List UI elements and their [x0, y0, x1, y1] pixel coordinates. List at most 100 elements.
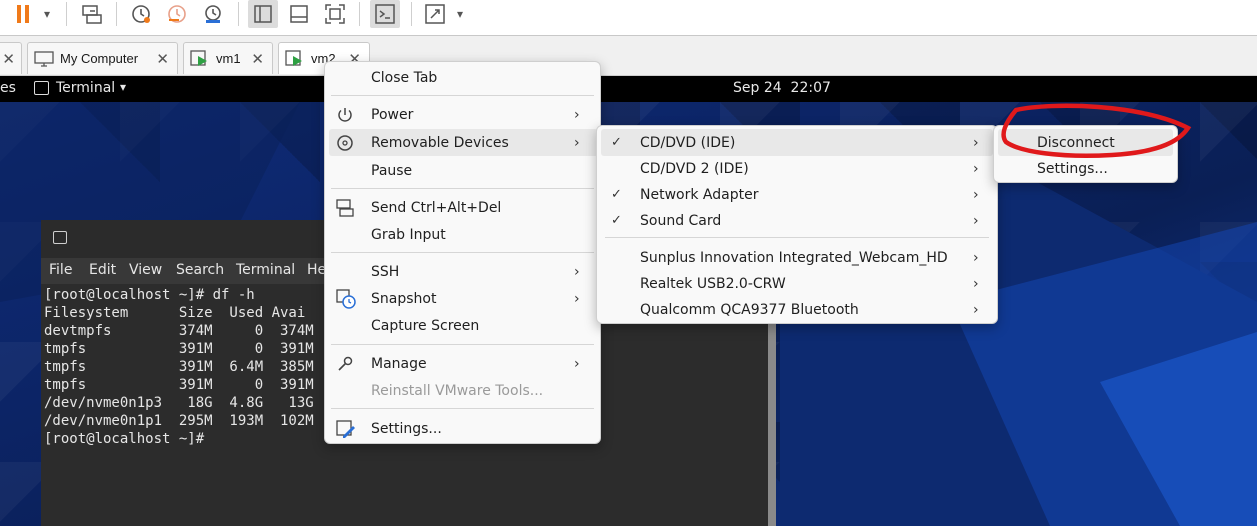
full-screen-button[interactable]: [321, 0, 349, 28]
menu-file[interactable]: File: [49, 262, 72, 278]
menu-item-bluetooth[interactable]: Qualcomm QCA9377 Bluetooth ›: [597, 296, 997, 323]
close-icon[interactable]: ✕: [156, 50, 169, 68]
wrench-icon: [335, 354, 355, 374]
toolbar: ▾ ▾: [0, 0, 1257, 36]
send-ctrl-alt-del-button[interactable]: [78, 0, 106, 28]
power-icon: [335, 105, 355, 125]
menu-item-snapshot[interactable]: Snapshot ›: [325, 285, 600, 312]
send-keys-icon: [335, 198, 355, 218]
tab-vm1[interactable]: vm1 ✕: [183, 42, 273, 74]
menu-item-cd-dvd-ide[interactable]: ✓ CD/DVD (IDE) ›: [601, 129, 993, 156]
dropdown-arrow-icon: ▾: [43, 7, 51, 21]
chevron-right-icon: ›: [973, 186, 979, 203]
full-screen-icon: [325, 4, 345, 24]
revert-snapshot-button[interactable]: [163, 0, 191, 28]
menu-separator: [331, 188, 594, 189]
chevron-right-icon: ›: [574, 263, 580, 280]
menu-edit[interactable]: Edit: [89, 262, 116, 278]
menu-terminal[interactable]: Terminal: [236, 262, 295, 278]
chevron-right-icon: ›: [574, 355, 580, 372]
chevron-right-icon: ›: [973, 301, 979, 318]
close-icon[interactable]: ✕: [251, 50, 264, 68]
chevron-right-icon: ›: [973, 275, 979, 292]
menu-item-webcam[interactable]: Sunplus Innovation Integrated_Webcam_HD …: [597, 244, 997, 271]
stretch-button[interactable]: [421, 0, 449, 28]
menu-item-grab-input[interactable]: Grab Input: [325, 221, 600, 248]
chevron-down-icon: ▾: [120, 80, 127, 94]
take-snapshot-button[interactable]: [127, 0, 155, 28]
vm-running-icon: [285, 49, 302, 66]
menu-item-network-adapter[interactable]: ✓ Network Adapter ›: [597, 181, 997, 208]
show-library-icon: [254, 5, 272, 23]
toolbar-separator: [116, 2, 117, 26]
menu-item-cd-dvd-2-ide[interactable]: CD/DVD 2 (IDE) ›: [597, 155, 997, 182]
menu-search[interactable]: Search: [176, 262, 224, 278]
toolbar-separator: [66, 2, 67, 26]
console-view-icon: [375, 4, 395, 24]
send-ctrl-alt-del-icon: [82, 5, 102, 24]
chevron-right-icon: ›: [574, 106, 580, 123]
chevron-right-icon: ›: [973, 134, 979, 151]
pause-icon: [17, 5, 29, 23]
menu-item-send-ctrl-alt-del[interactable]: Send Ctrl+Alt+Del: [325, 194, 600, 221]
checkmark-icon: ✓: [611, 213, 622, 228]
menu-item-sound-card[interactable]: ✓ Sound Card ›: [597, 207, 997, 234]
chevron-right-icon: ›: [973, 212, 979, 229]
menu-item-capture-screen[interactable]: Capture Screen: [325, 312, 600, 339]
annotation-ellipse: [1001, 103, 1192, 159]
stretch-icon: [425, 4, 445, 24]
vm-context-menu: Close Tab Power › Removable Devices › Pa…: [324, 61, 601, 444]
settings-icon: [335, 418, 357, 440]
manage-snapshots-button[interactable]: [199, 0, 227, 28]
menu-item-reinstall-vmware-tools: Reinstall VMware Tools...: [371, 382, 544, 399]
menu-separator: [331, 408, 594, 409]
chevron-right-icon: ›: [973, 249, 979, 266]
menu-item-ssh[interactable]: SSH ›: [325, 258, 600, 285]
menu-item-power[interactable]: Power ›: [325, 101, 600, 128]
console-view-button[interactable]: [370, 0, 400, 28]
terminal-app-icon: [34, 81, 49, 95]
clock[interactable]: Sep 24 22:07: [733, 80, 831, 96]
computer-icon: [34, 50, 54, 67]
menu-item-pause[interactable]: Pause: [325, 157, 600, 184]
menu-item-removable-devices[interactable]: Removable Devices ›: [329, 129, 598, 156]
toolbar-separator: [411, 2, 412, 26]
show-library-button[interactable]: [248, 0, 278, 28]
tab-scroll-left[interactable]: ✕: [0, 42, 22, 74]
close-icon[interactable]: ✕: [2, 50, 15, 68]
menu-separator: [605, 237, 989, 238]
menu-separator: [331, 252, 594, 253]
manage-snapshots-icon: [205, 5, 221, 23]
removable-devices-submenu: ✓ CD/DVD (IDE) › CD/DVD 2 (IDE) › ✓ Netw…: [596, 125, 998, 324]
checkmark-icon: ✓: [611, 135, 622, 150]
toolbar-separator: [238, 2, 239, 26]
checkmark-icon: ✓: [611, 187, 622, 202]
terminal-icon: [53, 231, 67, 244]
revert-snapshot-icon: [168, 5, 186, 23]
thumbnail-bar-button[interactable]: [285, 0, 313, 28]
menu-separator: [331, 95, 594, 96]
menu-item-close-tab[interactable]: Close Tab: [325, 64, 600, 91]
tab-label: vm1: [216, 51, 241, 66]
menu-item-card-reader[interactable]: Realtek USB2.0-CRW ›: [597, 270, 997, 297]
chevron-right-icon: ›: [574, 290, 580, 307]
activities-button[interactable]: es: [0, 80, 16, 96]
tab-my-computer[interactable]: My Computer ✕: [27, 42, 178, 74]
stretch-dropdown-button[interactable]: ▾: [451, 0, 469, 28]
menu-item-settings[interactable]: Settings...: [325, 415, 600, 442]
menu-separator: [331, 344, 594, 345]
app-menu-terminal[interactable]: Terminal: [56, 80, 115, 96]
power-dropdown-button[interactable]: ▾: [38, 0, 56, 28]
toolbar-separator: [359, 2, 360, 26]
window-edge: [768, 320, 776, 526]
disc-icon: [335, 133, 355, 153]
pause-button[interactable]: [8, 0, 38, 28]
thumbnail-bar-icon: [290, 5, 308, 23]
dropdown-arrow-icon: ▾: [456, 7, 464, 21]
menu-item-manage[interactable]: Manage ›: [325, 350, 600, 377]
menu-view[interactable]: View: [129, 262, 162, 278]
tab-bar: ✕ My Computer ✕ vm1 ✕ vm2 ✕: [0, 36, 1257, 76]
snapshot-icon: [335, 288, 357, 310]
snapshot-icon: [132, 5, 150, 23]
chevron-right-icon: ›: [574, 134, 580, 151]
